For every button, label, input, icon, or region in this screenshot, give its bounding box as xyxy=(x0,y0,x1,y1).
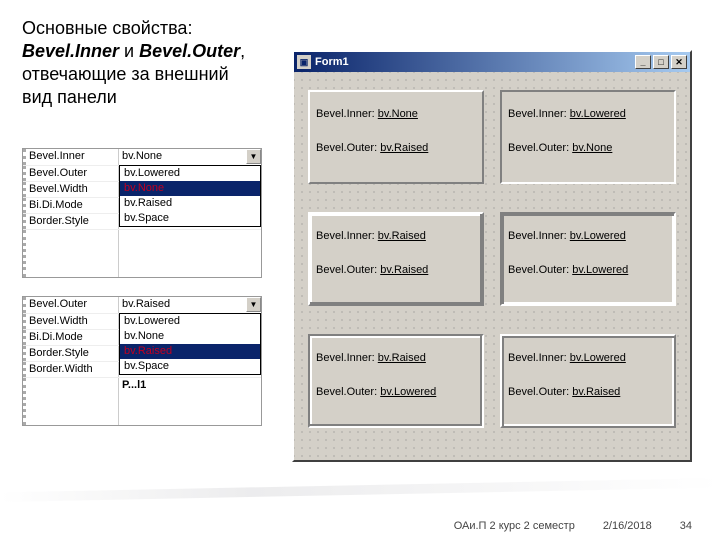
dropdown-list[interactable]: bv.Lowered bv.None bv.Raised bv.Space xyxy=(119,165,261,227)
dropdown-list[interactable]: bv.Lowered bv.None bv.Raised bv.Space xyxy=(119,313,261,375)
prop-name: Bi.Di.Mode xyxy=(23,198,119,213)
dropdown-item[interactable]: bv.Raised xyxy=(120,196,260,211)
prop-name: Border.Width xyxy=(23,362,119,377)
prop-row[interactable]: Bevel.Width bv.Lowered bv.None bv.Raised… xyxy=(23,313,261,329)
heading-line1: Основные свойства: xyxy=(22,18,698,39)
dropdown-item[interactable]: bv.Space xyxy=(120,211,260,226)
prop-name: Bevel.Outer xyxy=(23,297,119,313)
footer-date: 2/16/2018 xyxy=(603,520,652,532)
prop-name: Bi.Di.Mode xyxy=(23,330,119,345)
window-title: Form1 xyxy=(315,56,349,68)
heading-prefix: Основные свойства: xyxy=(22,18,192,38)
form-preview-window: ▣ Form1 _ □ ✕ Bevel.Inner: bv.None Bevel… xyxy=(292,50,692,462)
prop-name: Bevel.Width xyxy=(23,314,119,329)
panel-3[interactable]: Bevel.Inner: bv.Raised Bevel.Outer: bv.R… xyxy=(308,212,484,306)
panel-2[interactable]: Bevel.Inner: bv.Lowered Bevel.Outer: bv.… xyxy=(500,90,676,184)
prop-value[interactable]: bv.Raised▼ xyxy=(119,297,261,313)
prop-name: Bevel.Outer xyxy=(23,166,119,181)
prop-extra: P...l1 xyxy=(119,378,261,425)
heading-conj: и xyxy=(119,41,139,61)
dropdown-item[interactable]: bv.Lowered xyxy=(120,166,260,181)
dropdown-button[interactable]: ▼ xyxy=(246,297,261,312)
property-grid-1: Bevel.Inner bv.None▼ Bevel.Outer bv.Lowe… xyxy=(22,148,262,278)
heading-comma: , xyxy=(240,41,245,61)
dropdown-item-selected[interactable]: bv.None xyxy=(120,181,260,196)
property-grids: Bevel.Inner bv.None▼ Bevel.Outer bv.Lowe… xyxy=(22,148,272,444)
prop-row[interactable]: Bevel.Outer bv.Raised▼ xyxy=(23,297,261,313)
property-grid-2: Bevel.Outer bv.Raised▼ Bevel.Width bv.Lo… xyxy=(22,296,262,426)
dropdown-item[interactable]: bv.Space xyxy=(120,359,260,374)
panel-6[interactable]: Bevel.Inner: bv.Lowered Bevel.Outer: bv.… xyxy=(500,334,676,428)
footer-page: 34 xyxy=(680,520,692,532)
prop-name: Border.Style xyxy=(23,346,119,361)
titlebar[interactable]: ▣ Form1 _ □ ✕ xyxy=(294,52,690,72)
maximize-button[interactable]: □ xyxy=(653,55,669,69)
prop-name: Bevel.Inner xyxy=(23,149,119,165)
dropdown-button[interactable]: ▼ xyxy=(246,149,261,164)
decorative-swoosh xyxy=(0,478,720,502)
prop-name: Bevel.Width xyxy=(23,182,119,197)
prop-bevelouter: Bevel.Outer xyxy=(139,41,240,61)
prop-row[interactable]: Bevel.Outer bv.Lowered bv.None bv.Raised… xyxy=(23,165,261,181)
panel-4[interactable]: Bevel.Inner: bv.Lowered Bevel.Outer: bv.… xyxy=(500,212,676,306)
prop-bevelinner: Bevel.Inner xyxy=(22,41,119,61)
slide-footer: ОАи.П 2 курс 2 семестр 2/16/2018 34 xyxy=(0,520,720,532)
panel-5[interactable]: Bevel.Inner: bv.Raised Bevel.Outer: bv.L… xyxy=(308,334,484,428)
form-canvas: Bevel.Inner: bv.None Bevel.Outer: bv.Rai… xyxy=(294,72,690,460)
dropdown-item[interactable]: bv.None xyxy=(120,329,260,344)
close-button[interactable]: ✕ xyxy=(671,55,687,69)
prop-name: Border.Style xyxy=(23,214,119,229)
app-icon: ▣ xyxy=(297,55,311,69)
dropdown-item-selected[interactable]: bv.Raised xyxy=(120,344,260,359)
footer-course: ОАи.П 2 курс 2 семестр xyxy=(454,520,575,532)
dropdown-item[interactable]: bv.Lowered xyxy=(120,314,260,329)
panel-1[interactable]: Bevel.Inner: bv.None Bevel.Outer: bv.Rai… xyxy=(308,90,484,184)
minimize-button[interactable]: _ xyxy=(635,55,651,69)
prop-row[interactable]: Bevel.Inner bv.None▼ xyxy=(23,149,261,165)
prop-value[interactable]: bv.None▼ xyxy=(119,149,261,165)
